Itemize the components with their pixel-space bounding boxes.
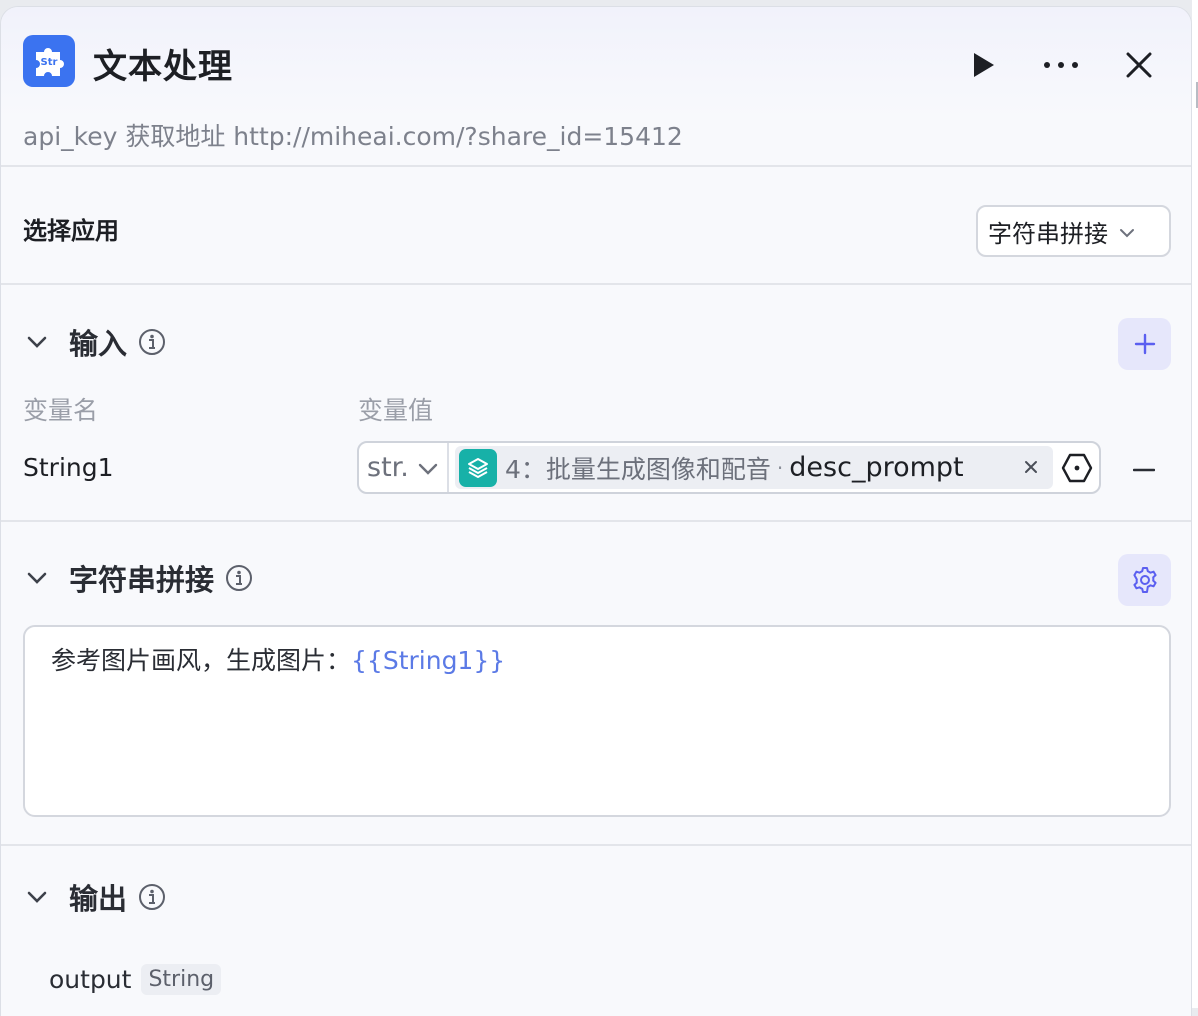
run-button[interactable]: [961, 43, 1005, 87]
node-panel: Str 文本处理 api_key 获取地址 http://miheai.com/…: [0, 6, 1192, 1016]
concat-template-editor[interactable]: 参考图片画风，生成图片：{{String1}}: [23, 625, 1171, 817]
output-type-badge: String: [141, 964, 222, 995]
input-section-header: 输入: [23, 322, 167, 362]
remove-reference-button[interactable]: [1017, 452, 1045, 482]
output-section: 输出 output String: [1, 846, 1191, 1016]
ellipsis-icon: [1044, 62, 1078, 68]
concat-section: 字符串拼接 参考图片画风，生成图片：{{String1}}: [1, 522, 1191, 846]
reference-variable-name: desc_prompt: [789, 452, 964, 483]
chevron-down-icon: [1118, 217, 1136, 245]
svg-text:Str: Str: [41, 57, 58, 68]
info-icon[interactable]: [224, 563, 254, 593]
concat-section-title: 字符串拼接: [69, 563, 215, 597]
plus-icon: [1134, 333, 1155, 355]
variable-value-field: str. 4：批量生成图像和配音 · desc_prompt: [357, 441, 1101, 494]
collapse-chevron-icon[interactable]: [23, 328, 51, 356]
more-button[interactable]: [1039, 43, 1083, 87]
hexagon-dot-icon: [1061, 453, 1093, 483]
remove-variable-button[interactable]: [1125, 451, 1163, 489]
variable-picker-button[interactable]: [1059, 450, 1095, 486]
variable-reference-tag[interactable]: 4：批量生成图像和配音 · desc_prompt: [455, 446, 1053, 489]
reference-separator: ·: [776, 455, 784, 480]
app-select-section: 选择应用 字符串拼接: [1, 167, 1191, 285]
concat-section-header: 字符串拼接: [23, 558, 254, 598]
chevron-down-icon: [417, 452, 439, 483]
concat-settings-button[interactable]: [1118, 554, 1171, 606]
add-variable-button[interactable]: [1118, 318, 1171, 370]
minus-icon: [1133, 468, 1155, 472]
app-puzzle-icon: Str: [23, 35, 75, 87]
output-name: output: [49, 965, 132, 994]
layers-icon: [459, 448, 497, 487]
variable-type-select[interactable]: str.: [359, 443, 449, 492]
column-header-name: 变量名: [23, 396, 99, 425]
close-button[interactable]: [1117, 43, 1161, 87]
template-text: 参考图片画风，生成图片：: [51, 646, 352, 675]
page-title: 文本处理: [93, 47, 233, 87]
app-select-dropdown[interactable]: 字符串拼接: [976, 205, 1171, 257]
output-section-header: 输出: [23, 877, 167, 917]
variable-name[interactable]: String1: [23, 453, 114, 482]
variable-type-value: str.: [367, 452, 409, 483]
node-description: api_key 获取地址 http://miheai.com/?share_id…: [23, 122, 683, 151]
info-icon[interactable]: [137, 882, 167, 912]
template-variable-reference: {{String1}}: [351, 646, 506, 675]
column-header-value: 变量值: [358, 396, 434, 425]
app-select-value: 字符串拼接: [988, 219, 1108, 248]
gear-icon: [1132, 567, 1157, 593]
app-select-label: 选择应用: [23, 217, 119, 245]
play-icon: [974, 53, 994, 77]
input-section: 输入 变量名 变量值 String1 str. 4：批量生成图像和配音 · de…: [1, 285, 1191, 522]
close-icon: [1025, 461, 1037, 473]
output-item: output String: [49, 964, 222, 995]
close-icon: [1126, 52, 1152, 78]
input-section-title: 输入: [69, 327, 128, 361]
reference-node-name: 4：批量生成图像和配音: [505, 454, 771, 484]
collapse-chevron-icon[interactable]: [23, 564, 51, 592]
panel-header: Str 文本处理 api_key 获取地址 http://miheai.com/…: [1, 7, 1191, 167]
background-edge: [1192, 0, 1198, 1008]
output-section-title: 输出: [69, 882, 128, 916]
collapse-chevron-icon[interactable]: [23, 883, 51, 911]
info-icon[interactable]: [137, 327, 167, 357]
